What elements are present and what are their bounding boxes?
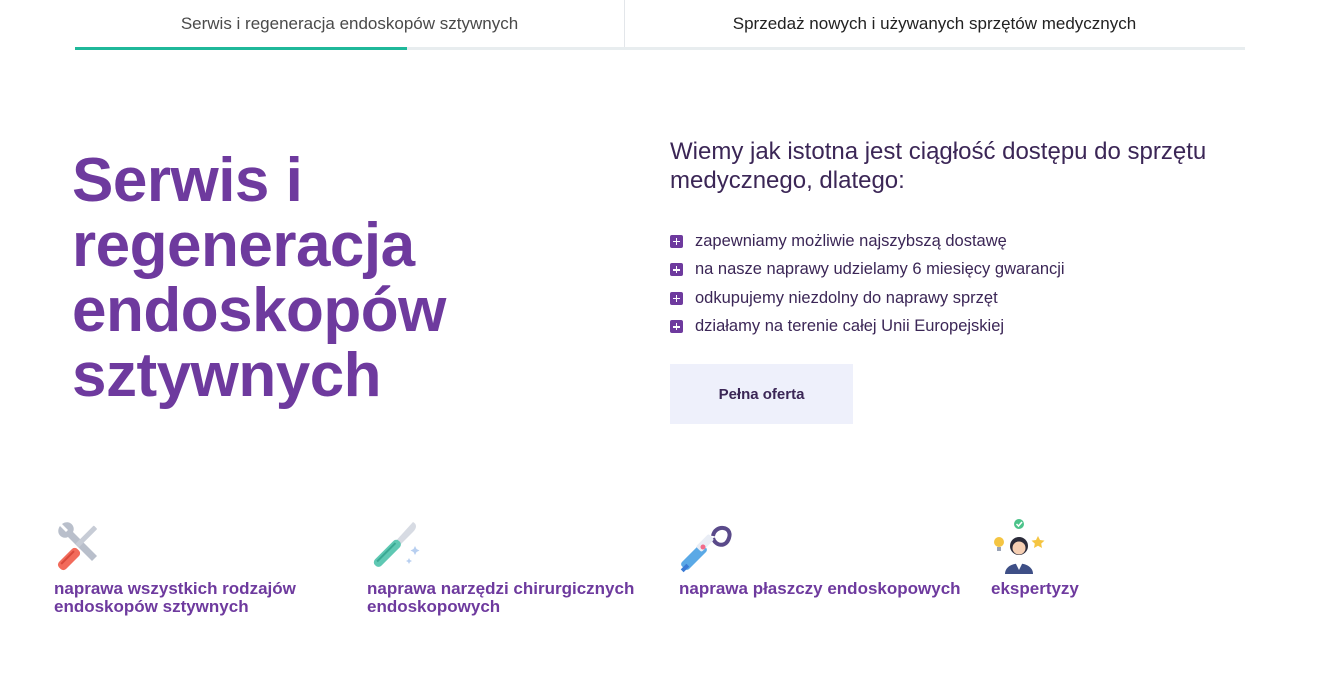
list-item: na nasze naprawy udzielamy 6 miesięcy gw… bbox=[670, 256, 1065, 285]
list-item-text: na nasze naprawy udzielamy 6 miesięcy gw… bbox=[695, 260, 1065, 279]
scalpel-icon bbox=[373, 522, 420, 567]
tools-icon bbox=[57, 522, 97, 571]
feature-label: ekspertyzy bbox=[991, 579, 1079, 598]
tab-sales[interactable]: Sprzedaż nowych i używanych sprzętów med… bbox=[624, 0, 1245, 48]
list-item-text: zapewniamy możliwie najszybszą dostawę bbox=[695, 231, 1007, 250]
feature-card: ekspertyzy bbox=[991, 518, 1281, 598]
full-offer-button[interactable]: Pełna oferta bbox=[670, 364, 853, 424]
feature-card: naprawa wszystkich rodzajów endoskopów s… bbox=[54, 518, 344, 616]
list-item-text: odkupujemy niezdolny do naprawy sprzęt bbox=[695, 288, 998, 307]
feature-card: naprawa płaszczy endoskopowych bbox=[679, 518, 969, 598]
tab-service[interactable]: Serwis i regeneracja endoskopów sztywnyc… bbox=[75, 0, 624, 48]
benefits-list: zapewniamy możliwie najszybszą dostawę n… bbox=[670, 227, 1065, 341]
plus-icon bbox=[670, 291, 683, 305]
feature-label: naprawa wszystkich rodzajów endoskopów s… bbox=[54, 579, 296, 616]
list-item: zapewniamy możliwie najszybszą dostawę bbox=[670, 227, 1065, 256]
feature-label: naprawa płaszczy endoskopowych bbox=[679, 579, 961, 598]
list-item: odkupujemy niezdolny do naprawy sprzęt bbox=[670, 284, 1065, 313]
tab-active-indicator bbox=[75, 47, 407, 50]
plus-icon bbox=[670, 234, 683, 248]
plus-icon bbox=[670, 320, 683, 334]
intro-lead: Wiemy jak istotna jest ciągłość dostępu … bbox=[670, 138, 1207, 194]
feature-label: naprawa narzędzi chirurgicznych endoskop… bbox=[367, 579, 635, 616]
list-item: działamy na terenie całej Unii Europejsk… bbox=[670, 313, 1065, 342]
feature-card: naprawa narzędzi chirurgicznych endoskop… bbox=[367, 518, 657, 616]
endoscope-sheath-icon bbox=[680, 526, 732, 573]
service-tabs: Serwis i regeneracja endoskopów sztywnyc… bbox=[75, 0, 1245, 50]
plus-icon bbox=[670, 263, 683, 277]
list-item-text: działamy na terenie całej Unii Europejsk… bbox=[695, 317, 1005, 336]
page-title: Serwis i regeneracja endoskopów sztywnyc… bbox=[72, 146, 446, 410]
expert-icon bbox=[994, 519, 1045, 574]
